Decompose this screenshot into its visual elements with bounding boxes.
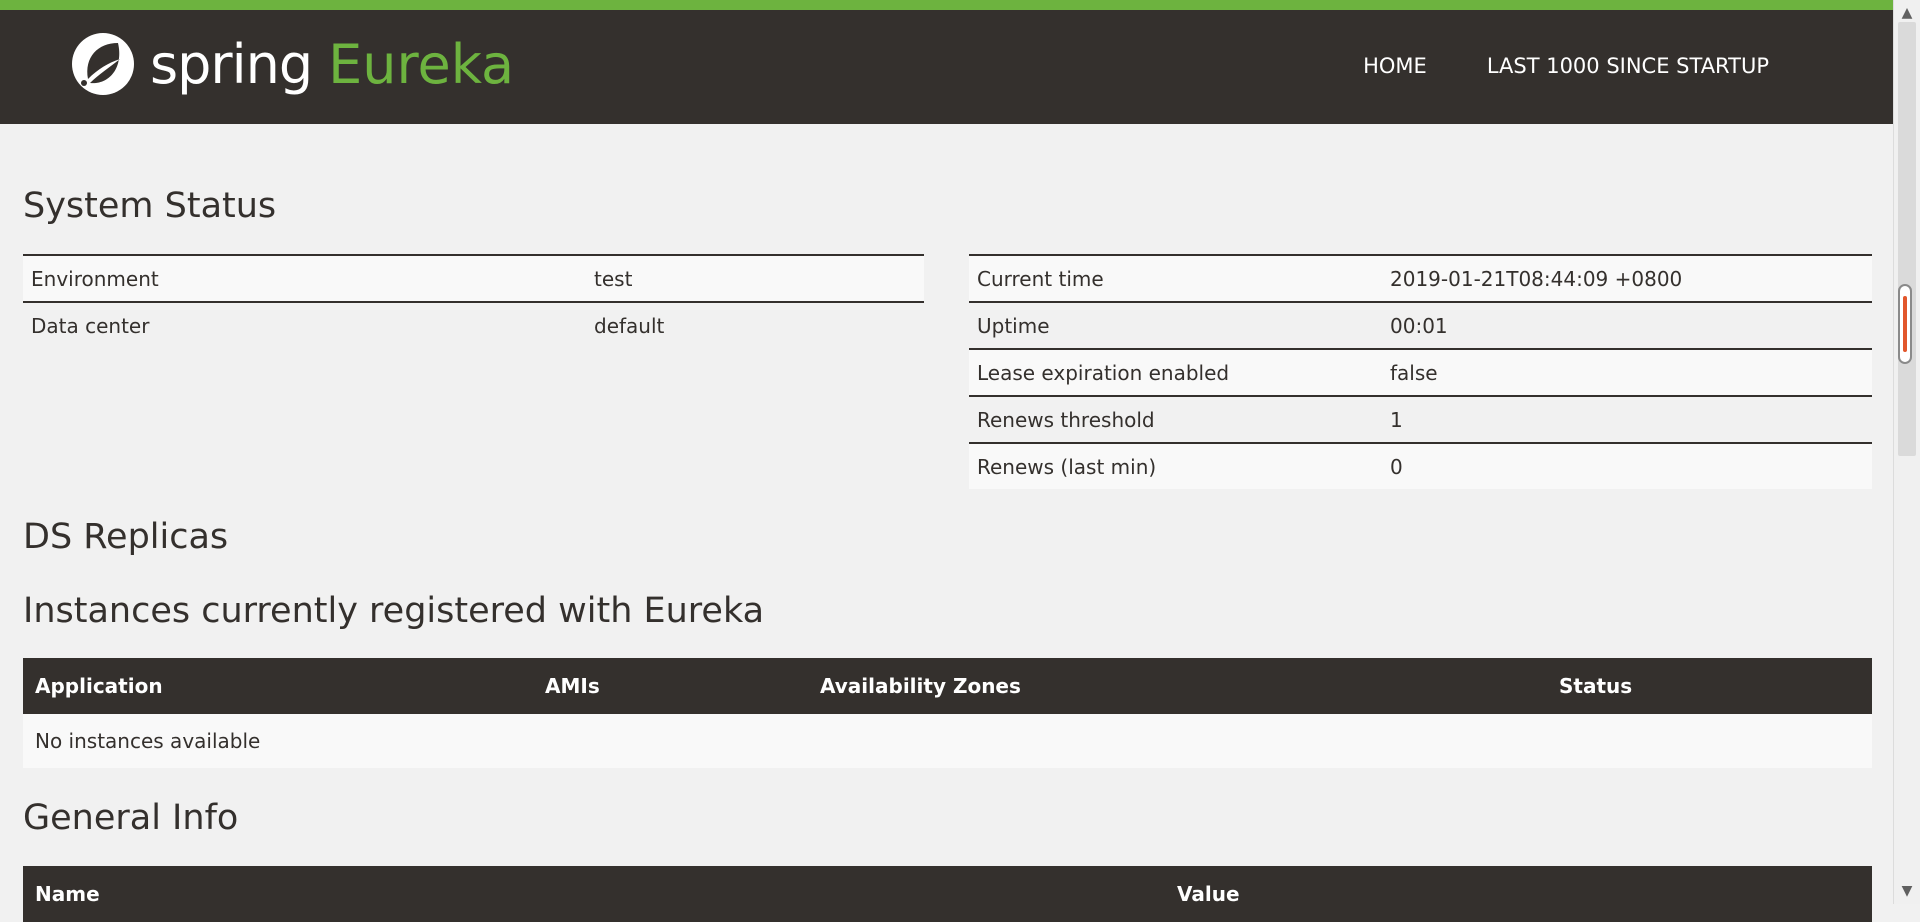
- ds-replicas-title: DS Replicas: [23, 517, 229, 557]
- col-availability-zones-header: Availability Zones: [808, 658, 1547, 714]
- nav-links: HOME LAST 1000 SINCE STARTUP: [1363, 54, 1769, 78]
- table-row: Current time 2019-01-21T08:44:09 +0800: [969, 254, 1872, 302]
- table-row: No instances available: [23, 714, 1872, 768]
- runtime-status-table: Current time 2019-01-21T08:44:09 +0800 U…: [969, 254, 1872, 489]
- col-value-header: Value: [1165, 866, 1872, 922]
- table-row: Lease expiration enabled false: [969, 348, 1872, 396]
- lease-expiration-key-cell: Lease expiration enabled: [969, 348, 1382, 396]
- datacenter-value-cell: default: [586, 301, 924, 348]
- table-header-row: Name Value: [23, 866, 1872, 922]
- scroll-up-icon[interactable]: ▲: [1900, 6, 1914, 20]
- current-time-key-cell: Current time: [969, 254, 1382, 302]
- nav-home-link[interactable]: HOME: [1363, 54, 1427, 78]
- brand-logo[interactable]: spring Eureka: [68, 28, 514, 100]
- vertical-scrollbar[interactable]: ▲ ▼: [1893, 0, 1920, 904]
- col-application-header: Application: [23, 658, 533, 714]
- col-amis-header: AMIs: [533, 658, 808, 714]
- scrollbar-grip-indicator: [1903, 296, 1907, 352]
- table-row: Uptime 00:01: [969, 301, 1872, 349]
- scroll-down-icon[interactable]: ▼: [1900, 884, 1914, 898]
- env-key-cell: Environment: [23, 254, 586, 302]
- system-status-title: System Status: [23, 186, 277, 226]
- table-row: Environment test: [23, 254, 924, 302]
- table-header-row: Application AMIs Availability Zones Stat…: [23, 658, 1872, 714]
- renews-threshold-value-cell: 1: [1382, 395, 1872, 443]
- renews-threshold-key-cell: Renews threshold: [969, 395, 1382, 443]
- environment-table: Environment test Data center default: [23, 254, 924, 348]
- col-name-header: Name: [23, 866, 1165, 922]
- table-row: Renews threshold 1: [969, 395, 1872, 443]
- table-row: Data center default: [23, 301, 924, 348]
- uptime-key-cell: Uptime: [969, 301, 1382, 349]
- nav-last-1000-link[interactable]: LAST 1000 SINCE STARTUP: [1487, 54, 1769, 78]
- instances-table: Application AMIs Availability Zones Stat…: [23, 658, 1872, 768]
- renews-last-min-key-cell: Renews (last min): [969, 442, 1382, 489]
- instances-title: Instances currently registered with Eure…: [23, 591, 765, 631]
- brand-spring-text: spring: [150, 32, 313, 96]
- uptime-value-cell: 00:01: [1382, 301, 1872, 349]
- datacenter-key-cell: Data center: [23, 301, 586, 348]
- env-value-cell: test: [586, 254, 924, 302]
- renews-last-min-value-cell: 0: [1382, 442, 1872, 489]
- general-info-title: General Info: [23, 798, 239, 838]
- top-accent-bar: [0, 0, 1894, 10]
- col-status-header: Status: [1547, 658, 1872, 714]
- lease-expiration-value-cell: false: [1382, 348, 1872, 396]
- table-row: Renews (last min) 0: [969, 442, 1872, 489]
- current-time-value-cell: 2019-01-21T08:44:09 +0800: [1382, 254, 1872, 302]
- scrollbar-thumb[interactable]: [1898, 22, 1916, 456]
- general-info-table: Name Value: [23, 866, 1872, 922]
- no-instances-message: No instances available: [23, 714, 1872, 768]
- navbar: spring Eureka HOME LAST 1000 SINCE START…: [0, 10, 1894, 124]
- spring-leaf-icon: [72, 33, 134, 95]
- scrollbar-grip-handle[interactable]: [1898, 284, 1912, 364]
- brand-eureka-text: Eureka: [328, 32, 515, 96]
